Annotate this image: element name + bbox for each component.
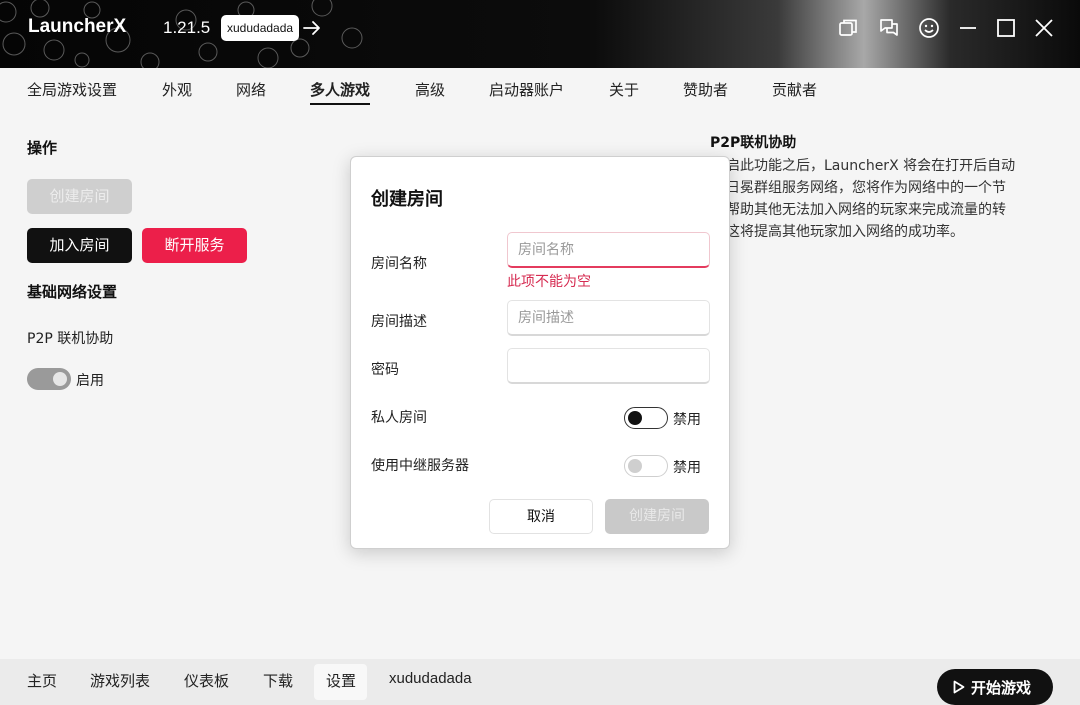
bottom-navigation: 主页 游戏列表 仪表板 下载 设置 xududadada 开始游戏 xyxy=(0,659,1080,705)
app-name: LauncherX xyxy=(28,16,127,37)
password-input[interactable] xyxy=(507,348,710,384)
private-room-toggle[interactable] xyxy=(624,407,668,429)
p2p-help-line: ，这将提高其他玩家加入网络的成功率。 xyxy=(712,224,964,240)
room-description-input[interactable] xyxy=(507,300,710,336)
room-name-error: 此项不能为空 xyxy=(507,274,591,290)
nav-dashboard[interactable]: 仪表板 xyxy=(184,670,229,691)
room-name-label: 房间名称 xyxy=(371,256,427,272)
room-name-input[interactable] xyxy=(507,232,710,268)
create-room-submit-button: 创建房间 xyxy=(605,499,709,534)
private-room-toggle-label: 禁用 xyxy=(673,412,701,428)
maximize-icon[interactable] xyxy=(994,16,1018,40)
play-icon xyxy=(953,680,965,694)
nav-account[interactable]: xududadada xyxy=(389,670,472,687)
toggle-knob xyxy=(53,372,67,386)
create-room-dialog: 创建房间 房间名称 此项不能为空 房间描述 密码 私人房间 禁用 使用中继服务器… xyxy=(350,156,730,549)
nav-home[interactable]: 主页 xyxy=(27,670,57,691)
title-bar: LauncherX 1.21.5 xududadada xyxy=(0,0,1080,68)
tab-network[interactable]: 网络 xyxy=(236,79,266,100)
chat-icon[interactable] xyxy=(877,16,901,40)
tab-contributors[interactable]: 贡献者 xyxy=(772,79,817,100)
private-room-label: 私人房间 xyxy=(371,410,427,426)
minimize-icon[interactable] xyxy=(956,16,980,40)
toggle-knob xyxy=(627,458,642,473)
tab-global-game-settings[interactable]: 全局游戏设置 xyxy=(27,79,117,100)
p2p-help-title: P2P联机协助 xyxy=(710,135,797,151)
create-room-button: 创建房间 xyxy=(27,179,132,214)
tab-sponsors[interactable]: 赞助者 xyxy=(683,79,728,100)
tab-multiplayer[interactable]: 多人游戏 xyxy=(310,79,371,105)
nav-settings[interactable]: 设置 xyxy=(326,670,356,691)
toggle-knob xyxy=(627,410,642,425)
relay-server-label: 使用中继服务器 xyxy=(371,458,469,474)
tab-appearance[interactable]: 外观 xyxy=(162,79,192,100)
window-icon[interactable] xyxy=(836,16,860,40)
dialog-title: 创建房间 xyxy=(371,189,443,210)
start-game-button[interactable]: 开始游戏 xyxy=(937,669,1053,705)
app-version: 1.21.5 xyxy=(163,18,211,37)
close-icon[interactable] xyxy=(1032,16,1056,40)
arrow-right-icon[interactable] xyxy=(302,18,322,38)
basic-network-title: 基础网络设置 xyxy=(27,283,118,301)
disconnect-button[interactable]: 断开服务 xyxy=(142,228,247,263)
p2p-help-line: 来帮助其他无法加入网络的玩家来完成流量的转 xyxy=(712,202,1006,218)
password-label: 密码 xyxy=(371,362,399,378)
tab-launcher-accounts[interactable]: 启动器账户 xyxy=(489,79,564,100)
p2p-toggle-label: 启用 xyxy=(76,373,104,389)
cancel-button[interactable]: 取消 xyxy=(489,499,593,534)
account-chip[interactable]: xududadada xyxy=(221,15,300,41)
tab-about[interactable]: 关于 xyxy=(609,79,639,100)
nav-game-list[interactable]: 游戏列表 xyxy=(90,670,150,691)
nav-download[interactable]: 下载 xyxy=(263,670,293,691)
join-room-button[interactable]: 加入房间 xyxy=(27,228,132,263)
relay-server-toggle xyxy=(624,455,668,477)
operations-title: 操作 xyxy=(27,139,58,157)
start-game-label: 开始游戏 xyxy=(971,679,1032,697)
room-description-label: 房间描述 xyxy=(371,314,427,330)
smile-icon[interactable] xyxy=(917,16,941,40)
settings-tabs: 全局游戏设置 外观 网络 多人游戏 高级 启动器账户 关于 赞助者 贡献者 xyxy=(0,68,1080,114)
relay-server-toggle-label: 禁用 xyxy=(673,460,701,476)
tab-advanced[interactable]: 高级 xyxy=(415,79,445,100)
p2p-toggle[interactable] xyxy=(27,368,71,390)
p2p-label: P2P 联机协助 xyxy=(27,331,114,347)
p2p-help-line: 入日冕群组服务网络，您将作为网络中的一个节 xyxy=(712,180,1006,196)
p2p-help-line: 开启此功能之后，LauncherX 将会在打开后自动 xyxy=(712,158,1016,174)
